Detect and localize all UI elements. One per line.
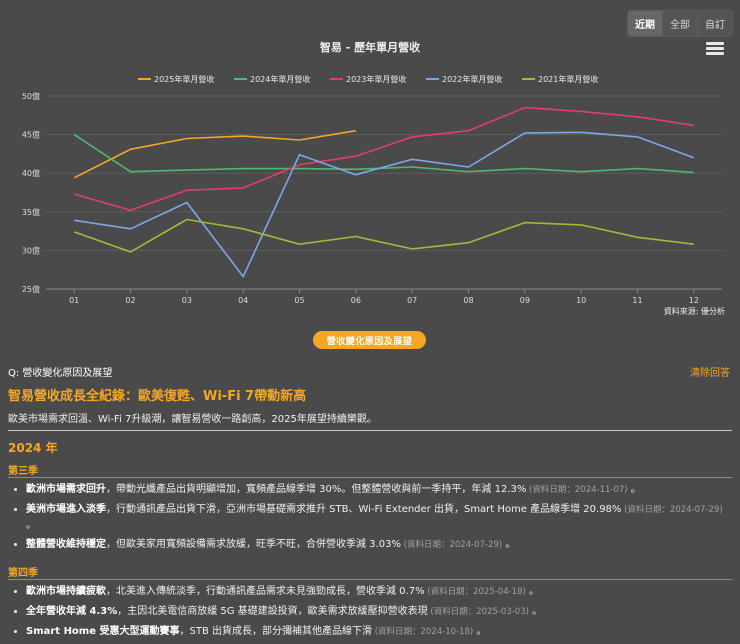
quarter-heading-q4: 第四季 xyxy=(8,568,38,579)
y-tick-label: 30億 xyxy=(22,245,40,255)
item-body: ，北美進入傳統淡季，行動通訊產品需求未見強勁成長，營收季減 0.7% xyxy=(106,586,425,597)
x-tick-label: 09 xyxy=(520,296,530,305)
item-date: (資料日期：2024-07-29) xyxy=(400,540,503,550)
x-tick-label: 08 xyxy=(463,296,473,305)
x-tick-label: 03 xyxy=(182,296,192,305)
list-item: Smart Home 受惠大型運動賽事，STB 出貨成長，部分彌補其他產品線下滑… xyxy=(26,624,732,640)
legend-label: 2025年單月營收 xyxy=(154,74,214,84)
item-highlight: 歐洲市場需求回升 xyxy=(26,484,106,495)
y-tick-label: 40億 xyxy=(22,168,40,178)
y-tick-label: 45億 xyxy=(22,130,40,140)
y-tick-label: 50億 xyxy=(22,91,40,101)
x-tick-label: 01 xyxy=(69,296,79,305)
x-tick-label: 10 xyxy=(576,296,586,305)
series-line xyxy=(73,129,356,179)
quarter-divider xyxy=(8,477,732,478)
question-label: Q: 營收變化原因及展望 xyxy=(8,368,113,379)
answer-headline: 智易營收成長全紀錄：歐美復甦、Wi-Fi 7帶動新高 xyxy=(8,389,307,404)
item-date: (資料日期：2024-07-29) xyxy=(621,505,723,515)
legend-label: 2023年單月營收 xyxy=(346,74,406,84)
legend-label: 2021年單月營收 xyxy=(538,74,598,84)
x-tick-label: 04 xyxy=(238,296,248,305)
q3-list: 歐洲市場需求回升，帶動光纖產品出貨明顯增加，寬頻產品線季增 30%。但整體營收與… xyxy=(8,482,732,557)
divider xyxy=(8,430,732,431)
clear-answer-link[interactable]: 清除回答 xyxy=(690,364,730,379)
item-highlight: 整體營收維持穩定 xyxy=(26,539,106,550)
y-tick-label: 25億 xyxy=(22,284,40,294)
item-highlight: 全年營收年減 4.3% xyxy=(26,606,118,617)
quarter-heading-q3: 第三季 xyxy=(8,466,38,477)
revenue-line-chart: 25億 30億 35億 40億 45億 50億 01 02 03 04 05 06 07 08 09 10 11… xyxy=(22,74,722,305)
legend-label: 2022年單月營收 xyxy=(442,74,502,84)
item-body: ，行動通訊產品出貨下滑，亞洲市場基礎需求推升 STB、Wi-Fi Extende… xyxy=(106,504,622,515)
q4-list: 歐洲市場持續疲軟，北美進入傳統淡季，行動通訊產品需求未見強勁成長，營收季減 0.… xyxy=(8,584,732,644)
list-item: 美洲市場進入淡季，行動通訊產品出貨下滑，亞洲市場基礎需求推升 STB、Wi-Fi… xyxy=(26,502,732,533)
item-tail: 。 xyxy=(528,606,543,617)
item-date: (資料日期：2024-11-07) xyxy=(526,485,628,495)
x-tick-label: 05 xyxy=(294,296,304,305)
series-line xyxy=(74,131,695,278)
item-body: ，主因北美電信商放緩 5G 基礎建設投資，歐美需求放緩壓抑營收表現 xyxy=(117,606,428,617)
item-highlight: Smart Home 受惠大型運動賽事 xyxy=(26,626,180,637)
series-line xyxy=(73,218,694,253)
year-heading: 2024 年 xyxy=(8,441,58,455)
legend-label: 2024年單月營收 xyxy=(250,74,310,84)
x-tick-label: 06 xyxy=(351,296,361,305)
quarter-divider xyxy=(8,579,732,580)
item-tail: 。 xyxy=(627,484,641,495)
list-item: 歐洲市場需求回升，帶動光纖產品出貨明顯增加，寬頻產品線季增 30%。但整體營收與… xyxy=(26,482,732,498)
item-tail: 。 xyxy=(525,586,540,597)
item-body: ，STB 出貨成長，部分彌補其他產品線下滑 xyxy=(179,626,373,637)
item-highlight: 歐洲市場持續疲軟 xyxy=(26,586,106,597)
list-item: 整體營收維持穩定，但歐美家用寬頻設備需求放緩，旺季不旺，合併營收季減 3.03%… xyxy=(26,537,732,553)
y-tick-label: 35億 xyxy=(22,207,40,217)
x-tick-label: 12 xyxy=(689,296,699,305)
x-tick-label: 11 xyxy=(632,296,642,305)
x-tick-label: 07 xyxy=(407,296,417,305)
item-highlight: 美洲市場進入淡季 xyxy=(26,504,106,515)
list-item: 全年營收年減 4.3%，主因北美電信商放緩 5G 基礎建設投資，歐美需求放緩壓抑… xyxy=(26,604,732,620)
item-tail: 。 xyxy=(473,626,487,637)
reason-button[interactable]: 營收變化原因及展望 xyxy=(313,331,426,349)
item-tail: 。 xyxy=(502,539,516,550)
item-date: (資料日期：2025-03-03) xyxy=(427,607,529,617)
item-tail: 。 xyxy=(26,520,36,531)
item-date: (資料日期：2024-10-18) xyxy=(372,627,474,637)
data-source: 資料來源: 優分析 xyxy=(663,307,725,316)
x-tick-label: 02 xyxy=(125,296,135,305)
answer-intro: 歐美市場需求回溫、Wi-Fi 7升級潮，讓智易營收一路創高，2025年展望持續樂… xyxy=(8,414,377,425)
item-body: ，帶動光纖產品出貨明顯增加，寬頻產品線季增 30%。但整體營收與前一季持平，年減… xyxy=(106,484,527,495)
item-body: ，但歐美家用寬頻設備需求放緩，旺季不旺，合併營收季減 3.03% xyxy=(106,539,401,550)
item-date: (資料日期：2025-04-18) xyxy=(424,587,526,597)
series-line xyxy=(73,106,694,212)
list-item: 歐洲市場持續疲軟，北美進入傳統淡季，行動通訊產品需求未見強勁成長，營收季減 0.… xyxy=(26,584,732,600)
